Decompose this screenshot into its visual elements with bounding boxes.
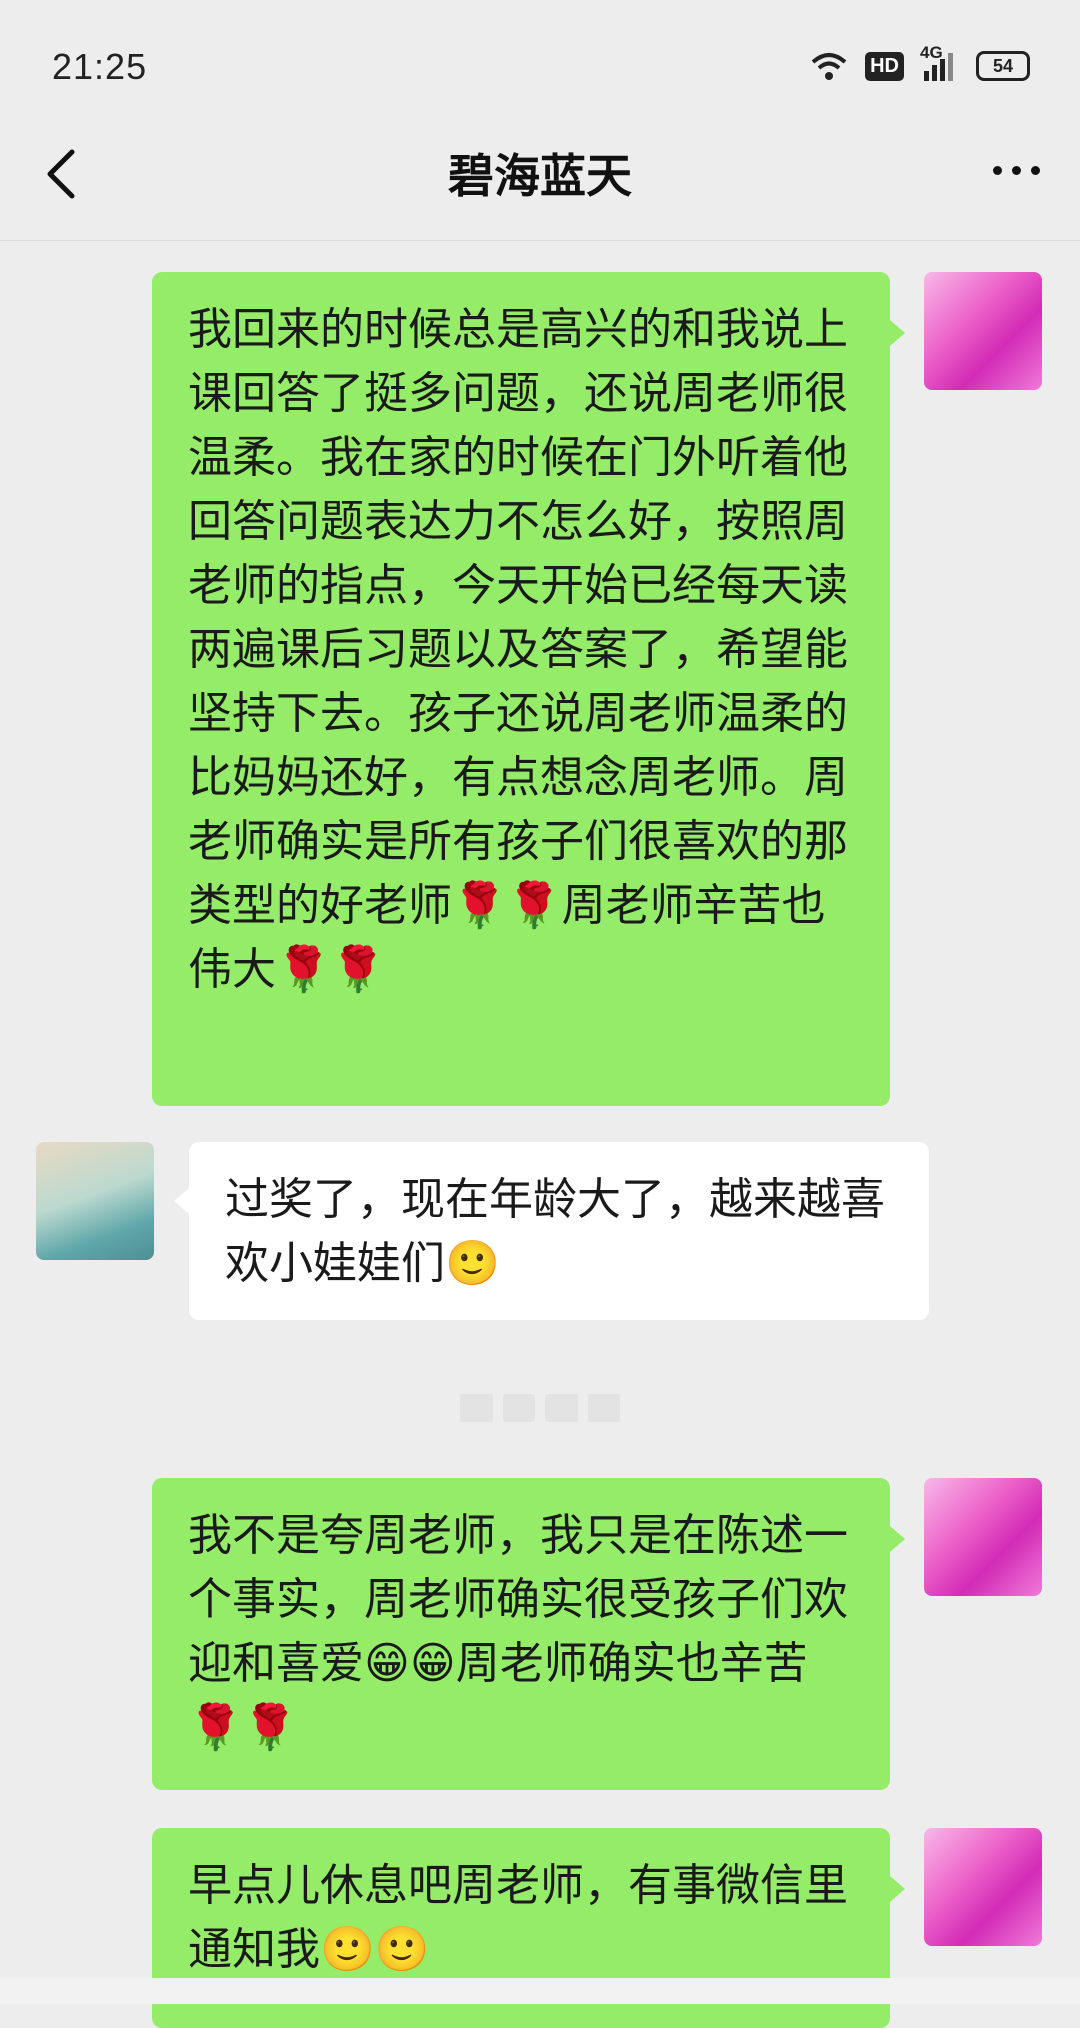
bubble-tail <box>890 1526 905 1552</box>
bubble-tail <box>890 320 905 346</box>
wifi-icon <box>811 53 847 80</box>
avatar-self[interactable] <box>924 1478 1042 1596</box>
chat-title: 碧海蓝天 <box>448 149 632 203</box>
avatar-peer[interactable] <box>36 1142 154 1260</box>
hd-badge: HD <box>865 51 904 81</box>
battery-level: 54 <box>992 55 1014 76</box>
message-bubble-self[interactable]: 我回来的时候总是高兴的和我说上课回答了挺多问题，还说周老师很温柔。我在家的时候在… <box>152 272 890 1106</box>
status-time: 21:25 <box>52 46 148 87</box>
message-bubble-peer[interactable]: 过奖了，现在年龄大了，越来越喜欢小娃娃们🙂 <box>189 1142 929 1320</box>
chat-header: 碧海蓝天 <box>0 110 1080 241</box>
bottom-edge <box>0 1978 1080 2004</box>
bubble-tail <box>890 1876 905 1902</box>
status-icons: HD 4G 54 <box>809 43 1030 86</box>
timestamp-divider <box>460 1394 620 1422</box>
avatar-self[interactable] <box>924 1828 1042 1946</box>
more-options-button[interactable] <box>993 166 1040 175</box>
cellular-icon: 4G <box>920 43 960 83</box>
battery-icon: 54 <box>976 51 1030 81</box>
message-bubble-self[interactable]: 我不是夸周老师，我只是在陈述一个事实，周老师确实很受孩子们欢迎和喜爱😁😁周老师确… <box>152 1478 890 1790</box>
bubble-tail <box>174 1188 189 1214</box>
avatar-self[interactable] <box>924 272 1042 390</box>
more-dots-icon <box>993 166 1002 175</box>
